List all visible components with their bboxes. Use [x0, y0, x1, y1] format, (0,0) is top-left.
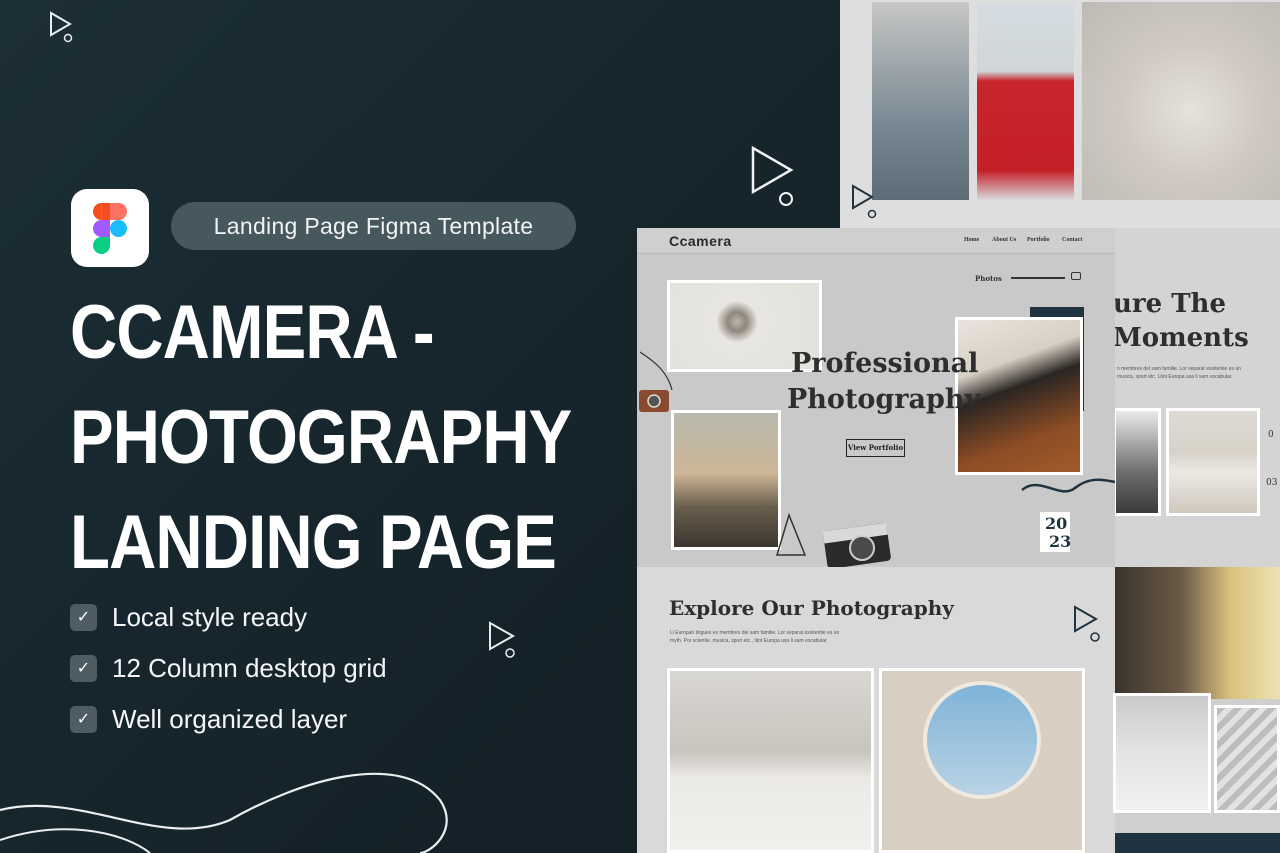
nav-link-about[interactable]: About Us	[992, 237, 1016, 243]
side-headline-1: ure The	[1113, 289, 1226, 319]
play-outline-icon	[751, 145, 794, 206]
nav-link-contact[interactable]: Contact	[1062, 237, 1082, 243]
hero-title-line-3: LANDING PAGE	[70, 500, 557, 585]
triangle-outline	[775, 513, 807, 556]
swirl-line-dark	[1021, 478, 1115, 493]
feature-item: ✓ Well organized layer	[70, 703, 348, 734]
hanging-camera-icon	[639, 351, 673, 412]
side-photo-woman-striped	[1214, 705, 1280, 813]
play-outline-icon	[1074, 605, 1100, 642]
side-footer-bar	[1115, 833, 1280, 853]
side-digit: 0	[1268, 430, 1274, 440]
figma-logo-icon	[93, 203, 127, 254]
side-photo-woman-yellow	[1115, 567, 1280, 699]
side-photo-stairs	[1113, 408, 1161, 516]
feature-label: 12 Column desktop grid	[112, 652, 387, 683]
check-icon: ✓	[70, 603, 97, 631]
hero-title-line-1: CCAMERA -	[70, 290, 435, 375]
explore-text-2: myth. Por scientie, musica, sport etc., …	[670, 638, 827, 644]
side-text-1: n membres del sam familie. Lor separat e…	[1117, 366, 1241, 372]
side-photo-woman-shadow	[1113, 693, 1211, 813]
year-bottom: 23	[1049, 532, 1072, 551]
view-portfolio-button[interactable]: View Portfolio	[846, 439, 905, 457]
side-text-2: musica, sport etc. Litot Europa usa li s…	[1117, 374, 1232, 380]
gallery-photo-woman-red	[977, 2, 1074, 200]
hero-headline-2: Photography	[787, 384, 981, 415]
side-headline-2: Moments	[1113, 323, 1249, 353]
feature-label: Well organized layer	[112, 703, 348, 734]
side-digit: 03	[1266, 478, 1278, 488]
year-top: 20	[1045, 514, 1068, 533]
side-photo-woman-white	[1166, 408, 1260, 516]
hero-title-line-2: PHOTOGRAPHY	[70, 395, 572, 480]
figma-logo-tile	[71, 189, 149, 267]
vintage-camera-icon	[822, 522, 891, 569]
explore-text-1: Li Europan lingues es membres del sam fa…	[670, 630, 840, 636]
feature-item: ✓ 12 Column desktop grid	[70, 652, 387, 683]
camera-icon	[1071, 272, 1081, 280]
photos-divider	[1011, 277, 1065, 279]
explore-photo-window	[879, 668, 1085, 853]
explore-photo-couple	[667, 668, 874, 853]
round-window	[923, 681, 1041, 799]
check-icon: ✓	[70, 705, 97, 733]
play-outline-icon	[852, 184, 877, 219]
gallery-photo-sweater	[1082, 2, 1280, 200]
photos-label: Photos	[975, 274, 1002, 283]
mockup-side-section	[1115, 228, 1280, 568]
template-badge: Landing Page Figma Template	[171, 202, 576, 250]
play-outline-icon	[489, 621, 516, 658]
gallery-photo-woman-grey	[872, 2, 969, 200]
check-icon: ✓	[70, 654, 97, 682]
feature-label: Local style ready	[112, 601, 308, 632]
hero-photo-photographer	[671, 410, 781, 550]
explore-title: Explore Our Photography	[669, 596, 954, 620]
play-outline-icon	[50, 11, 73, 43]
feature-item: ✓ Local style ready	[70, 601, 308, 632]
hero-headline-1: Professional	[791, 348, 979, 379]
swirl-line	[0, 772, 448, 853]
nav-link-home[interactable]: Home	[964, 237, 979, 243]
mockup-logo[interactable]: Ccamera	[669, 233, 732, 249]
nav-link-portfolio[interactable]: Portfolio	[1027, 237, 1050, 243]
